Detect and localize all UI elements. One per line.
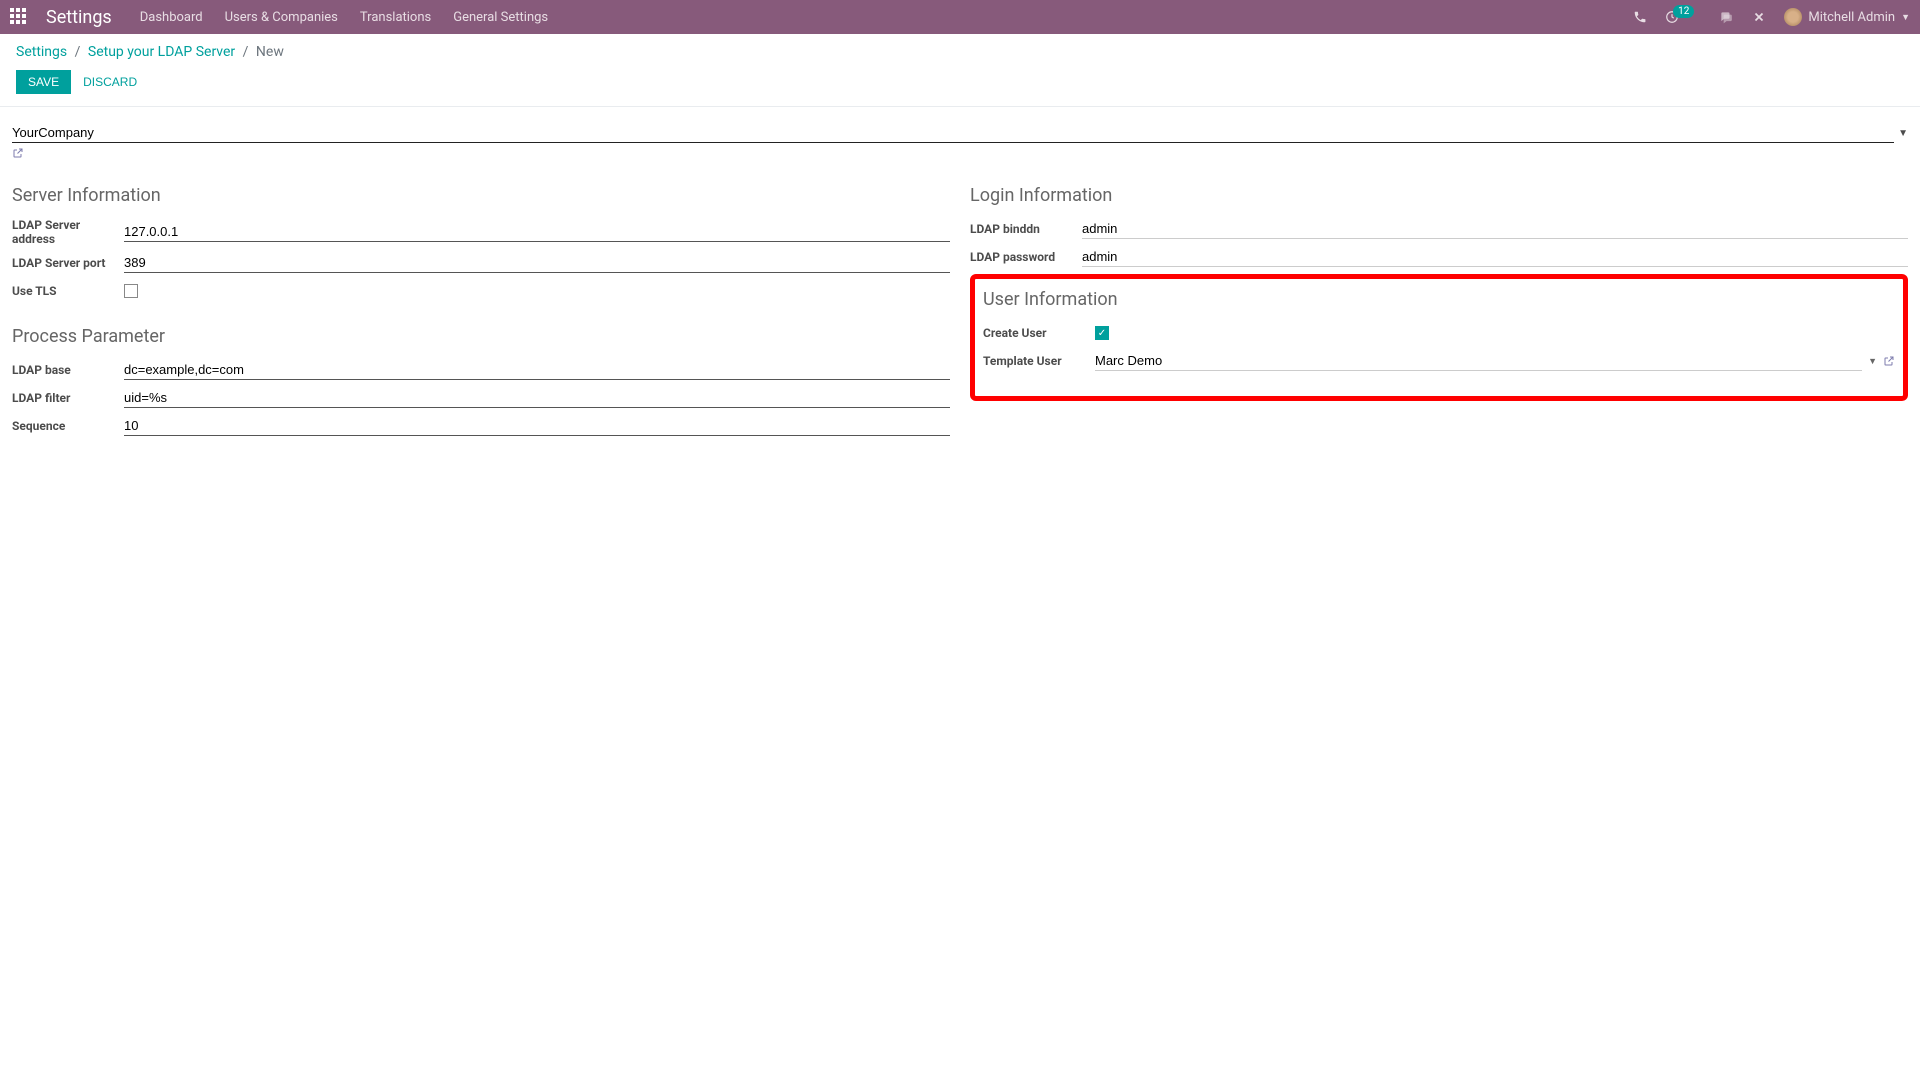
chevron-down-icon[interactable]: ▼	[1868, 356, 1877, 367]
login-info-title: Login Information	[970, 185, 1908, 206]
process-param-title: Process Parameter	[12, 326, 950, 347]
sequence-label: Sequence	[12, 419, 124, 433]
create-user-checkbox[interactable]: ✓	[1095, 326, 1109, 340]
activity-badge: 12	[1673, 5, 1694, 18]
ldap-password-label: LDAP password	[970, 250, 1082, 264]
ldap-port-label: LDAP Server port	[12, 256, 124, 270]
user-menu[interactable]: Mitchell Admin ▼	[1784, 8, 1910, 26]
topbar-menu: Dashboard Users & Companies Translations…	[140, 10, 548, 25]
external-link-icon[interactable]	[12, 147, 24, 159]
create-user-label: Create User	[983, 326, 1095, 340]
ldap-filter-label: LDAP filter	[12, 391, 124, 405]
external-link-icon[interactable]	[1883, 355, 1895, 367]
ldap-base-label: LDAP base	[12, 363, 124, 377]
company-row: ▼	[12, 123, 1908, 143]
control-panel: Settings / Setup your LDAP Server / New …	[0, 34, 1920, 107]
menu-dashboard[interactable]: Dashboard	[140, 10, 203, 25]
chevron-down-icon[interactable]: ▼	[1898, 128, 1908, 139]
user-name: Mitchell Admin	[1808, 10, 1895, 25]
ldap-password-input[interactable]	[1082, 247, 1908, 267]
right-column: Login Information LDAP binddn LDAP passw…	[970, 185, 1908, 443]
ldap-binddn-input[interactable]	[1082, 219, 1908, 239]
user-info-title: User Information	[983, 289, 1895, 310]
company-select[interactable]	[12, 123, 1894, 143]
menu-general-settings[interactable]: General Settings	[453, 10, 548, 25]
discard-button[interactable]: Discard	[83, 75, 137, 89]
use-tls-checkbox[interactable]	[124, 284, 138, 298]
ldap-address-input[interactable]	[124, 222, 950, 242]
user-info-highlight: User Information Create User ✓ Template …	[970, 274, 1908, 401]
ldap-base-input[interactable]	[124, 360, 950, 380]
topbar: Settings Dashboard Users & Companies Tra…	[0, 0, 1920, 34]
close-icon[interactable]	[1752, 10, 1766, 24]
app-title[interactable]: Settings	[46, 7, 112, 28]
server-info-title: Server Information	[12, 185, 950, 206]
phone-icon[interactable]	[1633, 10, 1647, 24]
button-row: Save Discard	[16, 70, 1904, 106]
ldap-address-label: LDAP Server address	[12, 218, 124, 246]
activity-icon[interactable]: 12	[1665, 10, 1700, 24]
ldap-port-input[interactable]	[124, 253, 950, 273]
menu-users-companies[interactable]: Users & Companies	[225, 10, 338, 25]
form-columns: Server Information LDAP Server address L…	[12, 185, 1908, 443]
template-user-input[interactable]	[1095, 351, 1862, 371]
save-button[interactable]: Save	[16, 70, 71, 94]
menu-translations[interactable]: Translations	[360, 10, 431, 25]
left-column: Server Information LDAP Server address L…	[12, 185, 950, 443]
sequence-input[interactable]	[124, 416, 950, 436]
template-user-label: Template User	[983, 354, 1095, 368]
topbar-right: 12 Mitchell Admin ▼	[1633, 8, 1910, 26]
breadcrumb-ldap[interactable]: Setup your LDAP Server	[88, 44, 235, 60]
ldap-filter-input[interactable]	[124, 388, 950, 408]
chat-icon[interactable]	[1718, 10, 1734, 24]
apps-icon[interactable]	[10, 8, 28, 26]
breadcrumb-settings[interactable]: Settings	[16, 44, 67, 60]
avatar	[1784, 8, 1802, 26]
breadcrumb: Settings / Setup your LDAP Server / New	[16, 44, 1904, 60]
form-sheet: ▼ Server Information LDAP Server address…	[0, 107, 1920, 483]
breadcrumb-current: New	[256, 44, 284, 60]
use-tls-label: Use TLS	[12, 284, 124, 298]
ldap-binddn-label: LDAP binddn	[970, 222, 1082, 236]
chevron-down-icon: ▼	[1901, 12, 1910, 23]
